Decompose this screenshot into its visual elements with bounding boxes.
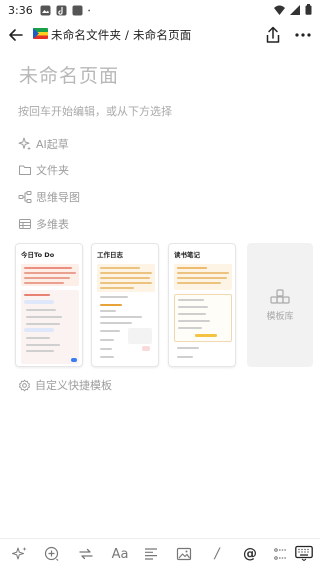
back-arrow-icon[interactable] bbox=[7, 26, 25, 44]
mindmap-icon bbox=[18, 191, 32, 203]
option-mindmap[interactable]: 思维导图 bbox=[18, 188, 80, 206]
option-label: 文件夹 bbox=[36, 164, 69, 177]
option-label: AI起草 bbox=[36, 138, 69, 151]
checklist-icon bbox=[274, 548, 287, 560]
checklist-button[interactable] bbox=[272, 545, 290, 563]
slash-label: / bbox=[214, 546, 220, 562]
option-label: 思维导图 bbox=[36, 191, 80, 204]
template-library-card[interactable]: 模板库 bbox=[247, 243, 313, 367]
share-icon[interactable] bbox=[265, 26, 281, 44]
template-title: 今日To Do bbox=[21, 251, 55, 259]
image-notification-icon bbox=[40, 5, 51, 15]
option-multi-table[interactable]: 多维表 bbox=[18, 215, 69, 233]
sparkle-icon bbox=[18, 137, 31, 151]
folder-flag-icon bbox=[33, 28, 48, 39]
blocks-icon bbox=[270, 289, 290, 304]
breadcrumb[interactable]: 未命名文件夹 / 未命名页面 bbox=[51, 27, 191, 43]
option-folder[interactable]: 文件夹 bbox=[18, 161, 69, 179]
template-card-reading[interactable]: 读书笔记 bbox=[168, 243, 236, 367]
more-icon[interactable] bbox=[293, 26, 313, 44]
editor-toolbar: Aa / @ bbox=[0, 538, 320, 568]
wifi-icon bbox=[274, 5, 285, 15]
align-button[interactable] bbox=[142, 545, 160, 563]
template-title: 读书笔记 bbox=[174, 251, 200, 259]
app-notification-icon-2 bbox=[72, 5, 83, 15]
font-style-button[interactable]: Aa bbox=[109, 545, 131, 563]
table-icon bbox=[19, 219, 31, 229]
mention-button[interactable]: @ bbox=[241, 545, 259, 563]
page-title[interactable]: 未命名页面 bbox=[19, 61, 119, 88]
add-circle-icon bbox=[44, 546, 59, 561]
align-icon bbox=[145, 548, 157, 560]
custom-template-label: 自定义快捷模板 bbox=[35, 379, 112, 392]
header: 未命名文件夹 / 未命名页面 bbox=[0, 20, 320, 50]
custom-template-button[interactable]: 自定义快捷模板 bbox=[18, 377, 112, 393]
edit-hint: 按回车开始编辑，或从下方选择 bbox=[18, 105, 172, 118]
convert-button[interactable] bbox=[77, 545, 95, 563]
notification-dot-icon bbox=[87, 9, 90, 11]
status-bar: 3:36 bbox=[0, 0, 320, 20]
template-title: 工作日志 bbox=[97, 251, 123, 259]
slash-command-button[interactable]: / bbox=[208, 545, 226, 563]
status-time: 3:36 bbox=[8, 3, 33, 17]
image-button[interactable] bbox=[175, 545, 193, 563]
at-label: @ bbox=[243, 546, 257, 562]
insert-button[interactable] bbox=[43, 545, 61, 563]
battery-icon bbox=[305, 4, 312, 15]
ai-assist-button[interactable] bbox=[11, 545, 29, 563]
image-icon bbox=[176, 547, 192, 561]
repeat-icon bbox=[79, 548, 93, 560]
font-style-label: Aa bbox=[111, 546, 129, 562]
template-card-worklog[interactable]: 工作日志 bbox=[91, 243, 159, 367]
option-label: 多维表 bbox=[36, 218, 69, 231]
template-card-todo[interactable]: 今日To Do bbox=[15, 243, 83, 367]
keyboard-icon[interactable] bbox=[295, 545, 313, 561]
signal-icon bbox=[290, 4, 300, 15]
option-ai-draft[interactable]: AI起草 bbox=[18, 135, 69, 153]
folder-icon bbox=[19, 165, 31, 175]
template-library-label: 模板库 bbox=[266, 312, 294, 322]
gear-icon bbox=[19, 379, 30, 391]
app-notification-icon bbox=[56, 5, 67, 15]
ai-sparkle-icon bbox=[12, 547, 27, 560]
